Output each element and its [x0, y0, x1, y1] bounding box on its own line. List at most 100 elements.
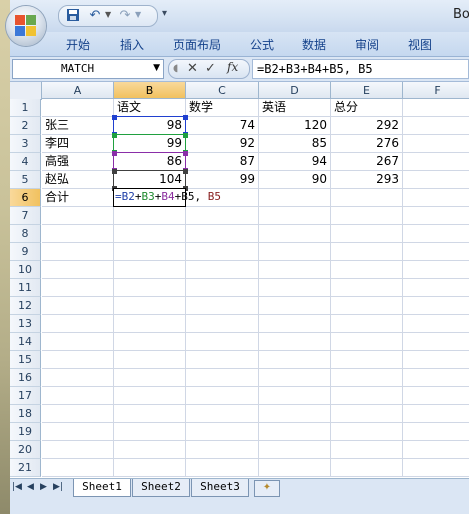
range-handle-b5-1[interactable]: [183, 169, 188, 174]
row-header-3[interactable]: 3: [10, 135, 41, 153]
cell-e8[interactable]: [331, 225, 403, 243]
cell-e9[interactable]: [331, 243, 403, 261]
prev-sheet-icon[interactable]: ◀: [27, 482, 34, 492]
cell-a8[interactable]: [42, 225, 114, 243]
tab-review[interactable]: 审阅: [355, 36, 379, 53]
cell-f20[interactable]: [403, 441, 469, 459]
cell-d13[interactable]: [259, 315, 331, 333]
cell-f15[interactable]: [403, 351, 469, 369]
range-handle-b3-1[interactable]: [183, 133, 188, 138]
name-box[interactable]: MATCH ▼: [12, 59, 164, 79]
row-header-12[interactable]: 12: [10, 297, 41, 315]
cell-d15[interactable]: [259, 351, 331, 369]
cell-a1[interactable]: [42, 99, 114, 117]
cell-b9[interactable]: [114, 243, 186, 261]
cell-c1[interactable]: 数学: [186, 99, 259, 117]
cell-a17[interactable]: [42, 387, 114, 405]
cell-f17[interactable]: [403, 387, 469, 405]
column-header-b[interactable]: B: [114, 82, 186, 99]
cell-f14[interactable]: [403, 333, 469, 351]
cell-e16[interactable]: [331, 369, 403, 387]
cell-e19[interactable]: [331, 423, 403, 441]
cell-c17[interactable]: [186, 387, 259, 405]
cell-e17[interactable]: [331, 387, 403, 405]
cell-f12[interactable]: [403, 297, 469, 315]
cell-e18[interactable]: [331, 405, 403, 423]
cell-b1[interactable]: 语文: [114, 99, 186, 117]
range-handle-b4-0[interactable]: [112, 151, 117, 156]
cell-e4[interactable]: 267: [331, 153, 403, 171]
row-header-9[interactable]: 9: [10, 243, 41, 261]
cell-b20[interactable]: [114, 441, 186, 459]
cell-a9[interactable]: [42, 243, 114, 261]
cell-a6[interactable]: 合计: [42, 189, 114, 207]
cell-c9[interactable]: [186, 243, 259, 261]
cell-f3[interactable]: [403, 135, 469, 153]
cell-e7[interactable]: [331, 207, 403, 225]
cell-f10[interactable]: [403, 261, 469, 279]
cell-e14[interactable]: [331, 333, 403, 351]
cell-e1[interactable]: 总分: [331, 99, 403, 117]
last-sheet-icon[interactable]: ▶|: [53, 482, 63, 492]
cell-a10[interactable]: [42, 261, 114, 279]
cell-b7[interactable]: [114, 207, 186, 225]
cell-e6[interactable]: [331, 189, 403, 207]
range-handle-b2-0[interactable]: [112, 115, 117, 120]
cell-b18[interactable]: [114, 405, 186, 423]
cell-f16[interactable]: [403, 369, 469, 387]
cell-f13[interactable]: [403, 315, 469, 333]
cell-e11[interactable]: [331, 279, 403, 297]
cell-b21[interactable]: [114, 459, 186, 477]
sheet-tab-2[interactable]: Sheet2: [132, 479, 190, 497]
cell-c2[interactable]: 74: [186, 117, 259, 135]
chevron-down-icon[interactable]: ▼: [153, 63, 160, 73]
cell-f4[interactable]: [403, 153, 469, 171]
sheet-tab-1[interactable]: Sheet1: [73, 479, 131, 497]
cell-a15[interactable]: [42, 351, 114, 369]
cell-d12[interactable]: [259, 297, 331, 315]
row-header-5[interactable]: 5: [10, 171, 41, 189]
cell-c18[interactable]: [186, 405, 259, 423]
cell-c21[interactable]: [186, 459, 259, 477]
cell-d20[interactable]: [259, 441, 331, 459]
redo-icon[interactable]: ↷: [117, 8, 133, 24]
cell-e20[interactable]: [331, 441, 403, 459]
cell-c10[interactable]: [186, 261, 259, 279]
cell-d7[interactable]: [259, 207, 331, 225]
cancel-icon[interactable]: ✕: [187, 61, 198, 77]
cell-d14[interactable]: [259, 333, 331, 351]
cell-f5[interactable]: [403, 171, 469, 189]
cell-a19[interactable]: [42, 423, 114, 441]
cell-c4[interactable]: 87: [186, 153, 259, 171]
row-header-19[interactable]: 19: [10, 423, 41, 441]
cell-c8[interactable]: [186, 225, 259, 243]
cell-e12[interactable]: [331, 297, 403, 315]
cell-a5[interactable]: 赵弘: [42, 171, 114, 189]
cell-d5[interactable]: 90: [259, 171, 331, 189]
customize-qat-icon[interactable]: ▾: [162, 8, 167, 19]
range-handle-b5-0[interactable]: [112, 169, 117, 174]
cell-e15[interactable]: [331, 351, 403, 369]
redo-dropdown-icon[interactable]: ▼: [135, 10, 141, 19]
cell-f1[interactable]: [403, 99, 469, 117]
column-header-f[interactable]: F: [403, 82, 469, 99]
cell-f21[interactable]: [403, 459, 469, 477]
cell-d18[interactable]: [259, 405, 331, 423]
column-header-c[interactable]: C: [186, 82, 259, 99]
cell-d19[interactable]: [259, 423, 331, 441]
row-header-13[interactable]: 13: [10, 315, 41, 333]
row-header-1[interactable]: 1: [10, 99, 41, 117]
cell-c14[interactable]: [186, 333, 259, 351]
cell-a2[interactable]: 张三: [42, 117, 114, 135]
cell-c20[interactable]: [186, 441, 259, 459]
cell-d1[interactable]: 英语: [259, 99, 331, 117]
cell-c15[interactable]: [186, 351, 259, 369]
tab-formulas[interactable]: 公式: [250, 36, 274, 53]
cell-b13[interactable]: [114, 315, 186, 333]
row-header-6[interactable]: 6: [10, 189, 41, 207]
cell-d16[interactable]: [259, 369, 331, 387]
cell-c13[interactable]: [186, 315, 259, 333]
cell-d3[interactable]: 85: [259, 135, 331, 153]
cell-e13[interactable]: [331, 315, 403, 333]
cell-f11[interactable]: [403, 279, 469, 297]
